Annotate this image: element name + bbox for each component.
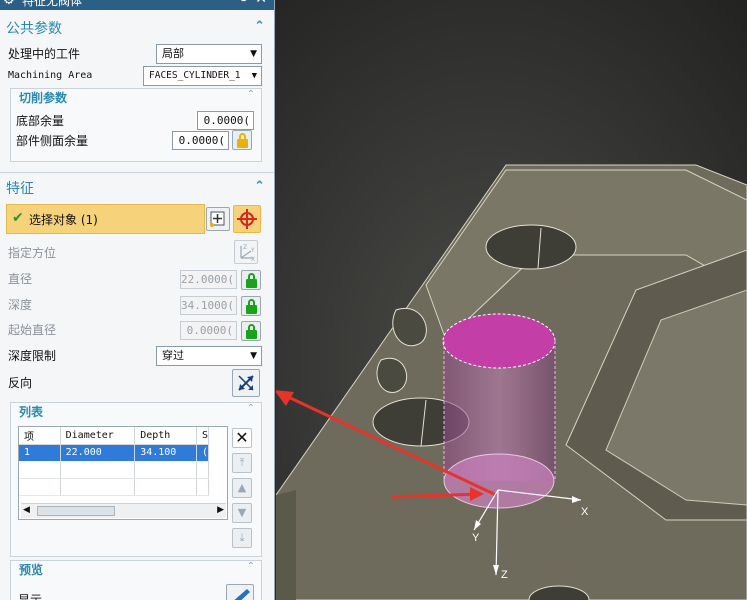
column-header-diameter[interactable]: Diameter [60, 427, 136, 445]
section-title-common: 公共参数 [6, 21, 62, 37]
scroll-left-icon[interactable]: ◀ [23, 505, 30, 515]
preview-header[interactable]: 预览 [19, 561, 43, 578]
workpiece-value: 局部 [162, 47, 184, 60]
column-header-item[interactable]: 项 [19, 427, 61, 445]
specify-orientation-label: 指定方位 [8, 246, 57, 260]
section-header-feature[interactable]: 特征 ⌃ [0, 176, 274, 198]
wall-stock-input[interactable]: 0.0000( [172, 131, 229, 150]
checkmark-icon: ✔ [12, 210, 24, 226]
lock-icon[interactable] [241, 296, 261, 316]
show-label: 显示 [18, 593, 43, 600]
svg-text:Z: Z [243, 244, 247, 251]
hole-1 [485, 224, 577, 270]
svg-text:X: X [251, 256, 255, 263]
graphics-viewport[interactable]: X Y Z [274, 0, 747, 600]
move-down-icon[interactable]: ▼ [232, 503, 252, 523]
start-diameter-input[interactable]: 0.0000( [180, 321, 237, 340]
list-table: 项 Diameter Depth S 1 22.000 34.100 ( [19, 427, 210, 496]
collapse-caret-icon[interactable]: ⌃ [247, 403, 255, 414]
close-icon[interactable]: ✕ [255, 0, 267, 7]
lock-icon[interactable] [241, 270, 261, 290]
wall-stock-label: 部件侧面余量 [16, 134, 89, 148]
cell-diameter: 22.000 [60, 444, 136, 461]
depth-label: 深度 [8, 298, 33, 312]
collapse-caret-icon[interactable]: ⌃ [254, 19, 265, 34]
csys-icon[interactable]: Z X Y [234, 240, 258, 264]
feature-list-table[interactable]: 项 Diameter Depth S 1 22.000 34.100 ( ◀ ▶ [18, 426, 228, 520]
start-diameter-label: 起始直径 [8, 323, 57, 337]
scrollbar-thumb[interactable] [37, 506, 115, 516]
dialog-title: 特征无阀体 [22, 0, 83, 8]
reverse-label: 反向 [8, 376, 33, 390]
section-header-common[interactable]: 公共参数 ⌃ [0, 16, 274, 38]
feature-dialog: ⚙ 特征无阀体 ↻ ✕ 公共参数 ⌃ 处理中的工件 局部 ▼ Machining… [0, 0, 275, 600]
collapse-caret-icon[interactable]: ⌃ [247, 561, 255, 572]
depth-input[interactable]: 34.1000( [180, 296, 237, 315]
table-header-row: 项 Diameter Depth S [19, 427, 210, 445]
move-to-top-icon[interactable]: ⤒ [232, 453, 252, 473]
chevron-down-icon: ▼ [251, 71, 257, 81]
diameter-input[interactable]: 22.0000( [180, 270, 237, 289]
axis-label-x: X [581, 506, 589, 518]
machining-area-label: Machining Area [8, 70, 93, 81]
depth-limit-dropdown[interactable]: 穿过 ▼ [156, 346, 262, 366]
floor-stock-label: 底部余量 [16, 114, 65, 128]
axis-label-y: Y [472, 532, 480, 544]
cell-depth: 34.100 [134, 444, 197, 461]
machining-area-dropdown[interactable]: FACES_CYLINDER_1 ▼ [143, 66, 262, 86]
svg-text:Y: Y [250, 247, 255, 254]
cell-item: 1 [19, 444, 61, 461]
chevron-down-icon: ▼ [250, 49, 257, 59]
column-header-s[interactable]: S [196, 427, 210, 445]
collapse-caret-icon[interactable]: ⌃ [247, 89, 255, 100]
floor-stock-input[interactable]: 0.0000( [197, 111, 254, 130]
cut-params-header[interactable]: 切削参数 [19, 89, 67, 106]
preview-group: 预览 ⌃ [10, 560, 262, 600]
show-icon[interactable] [226, 584, 254, 600]
collapse-caret-icon[interactable]: ⌃ [254, 179, 265, 194]
table-row-empty [19, 461, 210, 479]
lock-icon[interactable] [241, 321, 261, 341]
machining-area-value: FACES_CYLINDER_1 [149, 70, 241, 81]
list-header[interactable]: 列表 [19, 403, 43, 420]
workpiece-label: 处理中的工件 [8, 47, 81, 61]
diameter-label: 直径 [8, 272, 33, 286]
model-view[interactable]: X Y Z [274, 0, 747, 600]
cell-s: ( [196, 444, 210, 461]
workpiece-dropdown[interactable]: 局部 ▼ [156, 44, 262, 64]
reverse-direction-icon[interactable] [232, 369, 260, 397]
scroll-right-icon[interactable]: ▶ [217, 505, 224, 515]
move-up-icon[interactable]: ▲ [232, 478, 252, 498]
delete-icon[interactable]: ✕ [232, 428, 252, 448]
lock-icon[interactable] [232, 130, 252, 150]
add-object-icon[interactable] [206, 207, 230, 231]
gear-icon: ⚙ [3, 0, 15, 8]
table-row-empty [19, 478, 210, 496]
column-header-depth[interactable]: Depth [134, 427, 197, 445]
crosshair-icon[interactable] [233, 205, 261, 233]
horizontal-scrollbar[interactable]: ◀ ▶ [21, 503, 226, 518]
section-title-feature: 特征 [6, 181, 34, 197]
move-to-bottom-icon[interactable]: ⤓ [232, 528, 252, 548]
axis-label-z: Z [501, 569, 508, 581]
divider [0, 172, 274, 173]
select-object-label: 选择对象 (1) [29, 213, 98, 227]
chevron-down-icon: ▼ [250, 351, 257, 361]
restore-icon[interactable]: ↻ [238, 0, 249, 6]
table-row[interactable]: 1 22.000 34.100 ( [19, 444, 210, 461]
depth-limit-label: 深度限制 [8, 349, 57, 363]
select-object-row[interactable]: ✔ 选择对象 (1) [6, 204, 205, 234]
depth-limit-value: 穿过 [162, 349, 184, 362]
dialog-titlebar: ⚙ 特征无阀体 ↻ ✕ [0, 0, 274, 10]
